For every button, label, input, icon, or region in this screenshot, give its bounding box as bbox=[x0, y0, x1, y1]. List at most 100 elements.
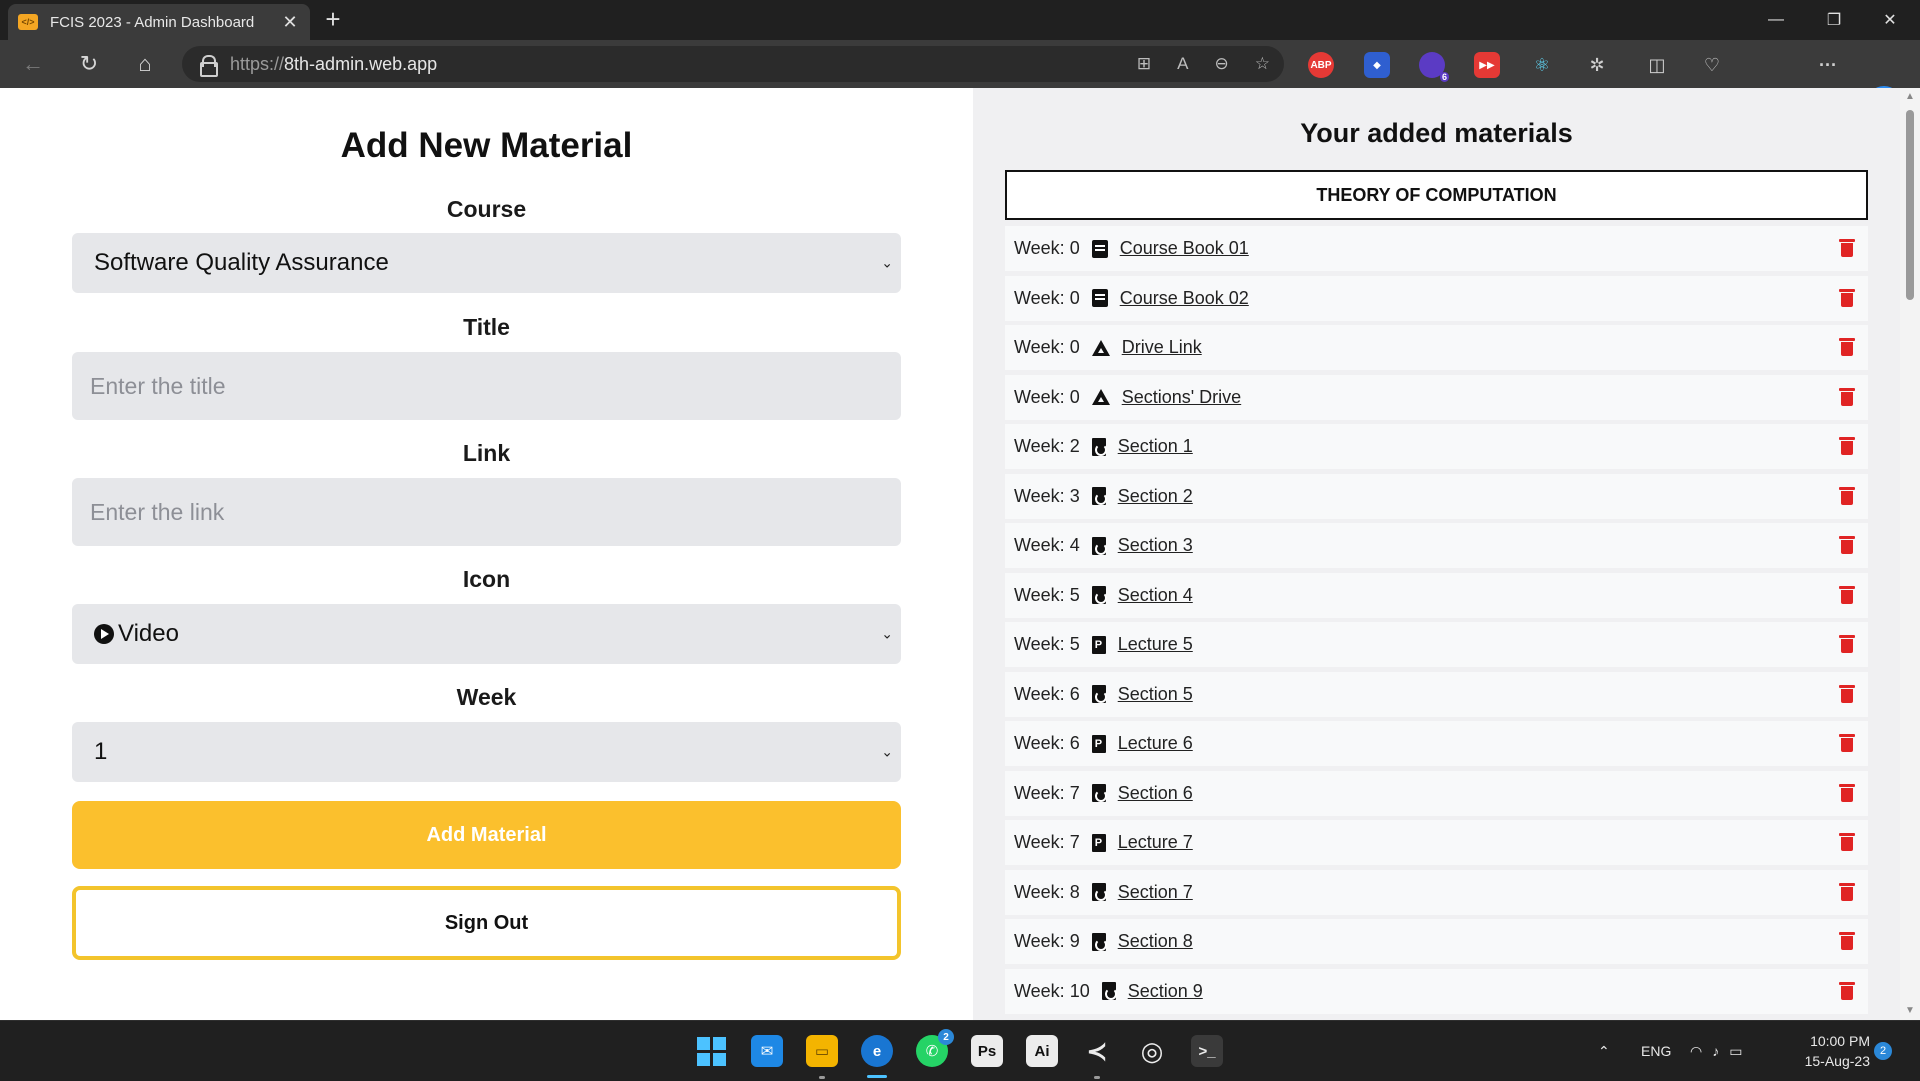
sign-out-button[interactable]: Sign Out bbox=[72, 886, 901, 960]
lock-icon[interactable] bbox=[200, 55, 218, 77]
browser-essentials-icon[interactable]: ♡ bbox=[1699, 52, 1725, 78]
obs-icon[interactable]: ◎ bbox=[1136, 1035, 1168, 1067]
title-input[interactable]: Enter the title bbox=[72, 352, 901, 420]
material-link[interactable]: Section 7 bbox=[1118, 882, 1193, 903]
trash-icon[interactable] bbox=[1839, 684, 1855, 703]
powerpoint-icon bbox=[1091, 635, 1106, 654]
material-week: Week: 7 bbox=[1014, 782, 1080, 803]
web-page: Add New Material Course Software Quality… bbox=[0, 88, 1920, 1020]
illustrator-icon[interactable]: Ai bbox=[1026, 1035, 1058, 1067]
windows-start-icon[interactable] bbox=[695, 1035, 727, 1067]
material-link[interactable]: Course Book 01 bbox=[1120, 238, 1249, 259]
system-tray[interactable]: ◠ ♪ ▭ bbox=[1690, 1021, 1742, 1081]
week-select[interactable]: 1 ⌄ bbox=[72, 722, 901, 782]
material-link[interactable]: Section 6 bbox=[1118, 783, 1193, 804]
material-link[interactable]: Lecture 7 bbox=[1118, 832, 1193, 853]
trash-icon[interactable] bbox=[1839, 833, 1855, 851]
vscode-icon[interactable]: ≺ bbox=[1081, 1035, 1113, 1067]
new-tab-button[interactable]: + bbox=[318, 4, 348, 36]
clock[interactable]: 10:00 PM 15-Aug-23 bbox=[1790, 1031, 1870, 1071]
material-week: Week: 0 bbox=[1014, 287, 1080, 308]
scrollbar-thumb[interactable] bbox=[1906, 110, 1914, 300]
material-row: Week: 4 Section 3 bbox=[1005, 523, 1868, 568]
link-input[interactable]: Enter the link bbox=[72, 478, 901, 546]
read-aloud-icon[interactable]: A bbox=[1177, 54, 1188, 74]
material-week: Week: 0 bbox=[1014, 386, 1080, 407]
material-link[interactable]: Section 5 bbox=[1118, 684, 1193, 705]
back-arrow-icon[interactable]: ← bbox=[16, 48, 50, 80]
app-available-icon[interactable]: ⊞ bbox=[1137, 54, 1151, 74]
material-link[interactable]: Lecture 6 bbox=[1118, 733, 1193, 754]
video-speed-icon[interactable]: ▶▶ bbox=[1474, 52, 1500, 78]
favorite-star-icon[interactable]: ☆ bbox=[1255, 54, 1270, 74]
material-link[interactable]: Sections' Drive bbox=[1122, 387, 1241, 408]
trash-icon[interactable] bbox=[1839, 882, 1855, 901]
zoom-icon[interactable]: ⊖ bbox=[1215, 54, 1229, 74]
trash-icon[interactable] bbox=[1839, 288, 1855, 307]
trash-icon[interactable] bbox=[1839, 783, 1855, 802]
trash-icon[interactable] bbox=[1839, 387, 1855, 406]
material-week: Week: 0 bbox=[1014, 337, 1080, 357]
browser-tab[interactable]: </> FCIS 2023 - Admin Dashboard ✕ bbox=[8, 4, 310, 40]
restore-button[interactable]: ❐ bbox=[1806, 0, 1862, 40]
trash-icon[interactable] bbox=[1839, 635, 1855, 653]
react-devtools-icon[interactable]: ⚛ bbox=[1529, 52, 1555, 78]
material-week: Week: 4 bbox=[1014, 535, 1080, 555]
edge-browser-icon[interactable]: e bbox=[861, 1035, 893, 1067]
trash-icon[interactable] bbox=[1839, 536, 1855, 554]
trash-icon[interactable] bbox=[1839, 437, 1855, 455]
material-link[interactable]: Course Book 02 bbox=[1120, 288, 1249, 309]
material-row: Week: 10 Section 9 bbox=[1005, 968, 1868, 1014]
bitwarden-icon[interactable]: ◆ bbox=[1364, 52, 1390, 78]
page-scrollbar[interactable]: ▲ ▼ bbox=[1900, 88, 1920, 1020]
split-screen-icon[interactable]: ◫ bbox=[1644, 52, 1670, 78]
material-link[interactable]: Section 8 bbox=[1118, 931, 1193, 952]
trash-icon[interactable] bbox=[1839, 734, 1855, 752]
tray-overflow-chevron-icon[interactable]: ⌃ bbox=[1598, 1021, 1610, 1081]
trash-icon[interactable] bbox=[1839, 981, 1855, 1000]
trash-icon[interactable] bbox=[1839, 239, 1855, 257]
adblock-icon[interactable]: ABP bbox=[1308, 52, 1334, 78]
add-material-button[interactable]: Add Material bbox=[72, 801, 901, 869]
battery-icon[interactable]: ▭ bbox=[1729, 1043, 1742, 1060]
materials-panel: Your added materials THEORY OF COMPUTATI… bbox=[973, 88, 1900, 1020]
scroll-down-arrow-icon[interactable]: ▼ bbox=[1904, 1006, 1916, 1016]
material-link[interactable]: Section 2 bbox=[1118, 486, 1193, 507]
scroll-up-arrow-icon[interactable]: ▲ bbox=[1904, 92, 1916, 102]
course-select[interactable]: Software Quality Assurance ⌄ bbox=[72, 233, 901, 293]
terminal-icon[interactable]: >_ bbox=[1191, 1035, 1223, 1067]
trash-icon[interactable] bbox=[1839, 486, 1855, 505]
address-bar[interactable]: https://8th-admin.web.app ⊞ A ⊖ ☆ bbox=[182, 46, 1284, 82]
extension-icon[interactable]: 6 bbox=[1419, 52, 1449, 82]
trash-icon[interactable] bbox=[1839, 932, 1855, 950]
extensions-puzzle-icon[interactable]: ✲ bbox=[1584, 52, 1610, 78]
language-indicator[interactable]: ENG bbox=[1641, 1021, 1671, 1081]
material-link[interactable]: Section 3 bbox=[1118, 535, 1193, 556]
close-tab-icon[interactable]: ✕ bbox=[280, 12, 300, 33]
refresh-icon[interactable]: ↻ bbox=[72, 48, 106, 80]
trash-icon[interactable] bbox=[1839, 338, 1855, 356]
material-link[interactable]: Drive Link bbox=[1122, 337, 1202, 358]
close-window-button[interactable]: ✕ bbox=[1862, 0, 1918, 40]
trash-icon[interactable] bbox=[1839, 585, 1855, 604]
more-menu-icon[interactable]: ··· bbox=[1815, 52, 1841, 78]
volume-icon[interactable]: ♪ bbox=[1712, 1043, 1719, 1059]
icon-select[interactable]: Video ⌄ bbox=[72, 604, 901, 664]
powerpoint-icon bbox=[1091, 734, 1106, 753]
photoshop-icon[interactable]: Ps bbox=[971, 1035, 1003, 1067]
material-link[interactable]: Section 1 bbox=[1118, 436, 1193, 457]
material-link[interactable]: Lecture 5 bbox=[1118, 634, 1193, 655]
material-row: Week: 5 Section 4 bbox=[1005, 572, 1868, 618]
material-week: Week: 3 bbox=[1014, 485, 1080, 506]
whatsapp-icon[interactable]: ✆ 2 bbox=[916, 1029, 954, 1067]
minimize-button[interactable]: — bbox=[1748, 0, 1804, 40]
file-explorer-icon[interactable]: ▭ bbox=[806, 1035, 838, 1067]
mail-icon[interactable]: ✉ bbox=[751, 1035, 783, 1067]
pdf-icon bbox=[1091, 536, 1107, 555]
notification-badge[interactable]: 2 bbox=[1874, 1042, 1892, 1060]
material-link[interactable]: Section 9 bbox=[1128, 981, 1203, 1002]
home-icon[interactable]: ⌂ bbox=[128, 48, 162, 80]
material-link[interactable]: Section 4 bbox=[1118, 585, 1193, 606]
wifi-icon[interactable]: ◠ bbox=[1690, 1043, 1702, 1060]
material-row: Week: 6 Lecture 6 bbox=[1005, 721, 1868, 766]
